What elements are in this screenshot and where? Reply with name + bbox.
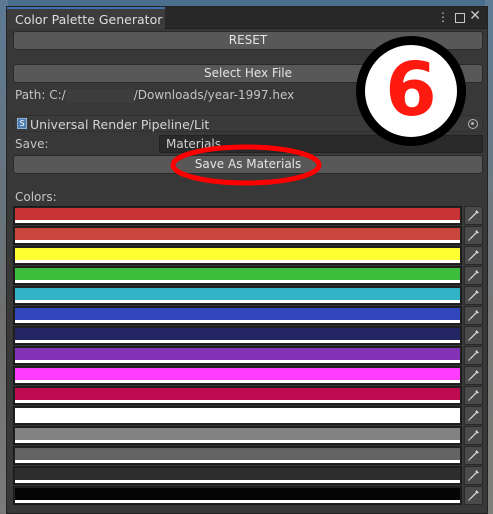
- color-field[interactable]: [13, 466, 462, 485]
- color-field[interactable]: [13, 206, 462, 225]
- color-swatch-row: [13, 246, 483, 265]
- color-field[interactable]: [13, 486, 462, 505]
- eyedropper-icon[interactable]: [464, 386, 483, 405]
- color-swatch-row: [13, 306, 483, 325]
- window-title-tab[interactable]: Color Palette Generator: [7, 7, 165, 29]
- alpha-bar: [15, 420, 460, 423]
- eyedropper-icon[interactable]: [464, 346, 483, 365]
- eyedropper-icon[interactable]: [464, 466, 483, 485]
- color-swatch-row: [13, 346, 483, 365]
- color-swatch-row: [13, 326, 483, 345]
- color-field[interactable]: [13, 226, 462, 245]
- shader-label: Universal Render Pipeline/Lit: [30, 117, 210, 132]
- alpha-bar: [15, 460, 460, 463]
- color-swatch-row: [13, 266, 483, 285]
- object-picker-icon[interactable]: [468, 119, 478, 129]
- color-field[interactable]: [13, 246, 462, 265]
- color-field[interactable]: [13, 426, 462, 445]
- color-swatch-row: [13, 426, 483, 445]
- alpha-bar: [15, 400, 460, 403]
- path-row: Path: C:/ /Downloads/year-1997.hex: [15, 88, 294, 103]
- eyedropper-icon[interactable]: [464, 226, 483, 245]
- color-swatch-row: [13, 386, 483, 405]
- colors-label: Colors:: [15, 190, 57, 204]
- eyedropper-icon[interactable]: [464, 446, 483, 465]
- color-swatch-row: [13, 286, 483, 305]
- color-field[interactable]: [13, 406, 462, 425]
- alpha-bar: [15, 500, 460, 503]
- shader-icon: S: [17, 118, 27, 129]
- alpha-bar: [15, 220, 460, 223]
- alpha-bar: [15, 440, 460, 443]
- more-menu-icon[interactable]: ⋮: [437, 11, 449, 23]
- eyedropper-icon[interactable]: [464, 366, 483, 385]
- redacted-username: [65, 88, 134, 103]
- color-swatch-row: [13, 466, 483, 485]
- color-field[interactable]: [13, 306, 462, 325]
- alpha-bar: [15, 380, 460, 383]
- alpha-bar: [15, 280, 460, 283]
- maximize-icon[interactable]: [455, 13, 465, 23]
- color-field[interactable]: [13, 266, 462, 285]
- step-number-badge: 6: [356, 36, 466, 146]
- close-icon[interactable]: ✕: [469, 9, 481, 23]
- color-swatch-row: [13, 446, 483, 465]
- save-label: Save:: [15, 137, 49, 151]
- highlight-ellipse: [170, 144, 322, 186]
- color-swatch-row: [13, 206, 483, 225]
- alpha-bar: [15, 320, 460, 323]
- alpha-bar: [15, 360, 460, 363]
- alpha-bar: [15, 340, 460, 343]
- color-field[interactable]: [13, 346, 462, 365]
- alpha-bar: [15, 240, 460, 243]
- eyedropper-icon[interactable]: [464, 326, 483, 345]
- eyedropper-icon[interactable]: [464, 286, 483, 305]
- color-swatch-row: [13, 486, 483, 505]
- path-suffix: /Downloads/year-1997.hex: [133, 88, 295, 102]
- eyedropper-icon[interactable]: [464, 486, 483, 505]
- color-field[interactable]: [13, 366, 462, 385]
- color-field[interactable]: [13, 286, 462, 305]
- color-field[interactable]: [13, 446, 462, 465]
- eyedropper-icon[interactable]: [464, 246, 483, 265]
- path-prefix: Path: C:/: [15, 88, 66, 102]
- color-field[interactable]: [13, 386, 462, 405]
- color-swatch-row: [13, 366, 483, 385]
- alpha-bar: [15, 480, 460, 483]
- color-field[interactable]: [13, 326, 462, 345]
- color-swatch-row: [13, 406, 483, 425]
- eyedropper-icon[interactable]: [464, 406, 483, 425]
- color-swatch-row: [13, 226, 483, 245]
- eyedropper-icon[interactable]: [464, 266, 483, 285]
- eyedropper-icon[interactable]: [464, 206, 483, 225]
- alpha-bar: [15, 260, 460, 263]
- eyedropper-icon[interactable]: [464, 306, 483, 325]
- alpha-bar: [15, 300, 460, 303]
- eyedropper-icon[interactable]: [464, 426, 483, 445]
- window-tab-bar: Color Palette Generator ⋮ ✕: [7, 7, 487, 29]
